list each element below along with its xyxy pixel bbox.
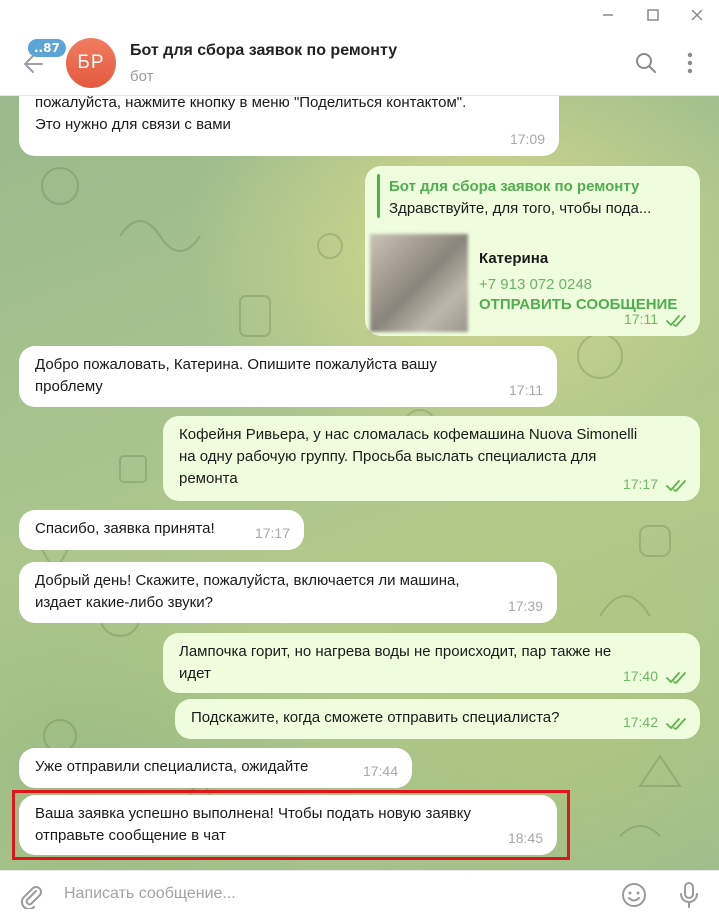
forward-bar: [377, 174, 380, 218]
chat-subtitle: бот: [130, 68, 154, 85]
message-text: Уже отправили специалиста, ожидайте: [35, 758, 309, 775]
forwarded-from[interactable]: Бот для сбора заявок по ремонту: [389, 176, 639, 198]
message-time: 17:39: [507, 598, 543, 614]
message-bubble[interactable]: Уже отправили специалиста, ожидайте 17:4…: [19, 748, 412, 788]
message-time: 17:17: [254, 525, 290, 541]
message-text: Лампочка горит, но нагрева воды не проис…: [179, 643, 612, 660]
message-text: Кофейня Ривьера, у нас сломалась кофемаш…: [179, 426, 638, 443]
message-time: 17:40: [622, 668, 658, 684]
forwarded-contact-message[interactable]: Бот для сбора заявок по ремонту Здравств…: [365, 166, 700, 336]
message-bubble[interactable]: Добрый день! Скажите, пожалуйста, включа…: [19, 562, 557, 623]
message-bubble[interactable]: Лампочка горит, но нагрева воды не проис…: [163, 633, 700, 693]
message-text: издает какие-либо звуки?: [35, 594, 213, 611]
message-text: идет: [179, 665, 211, 682]
message-bubble[interactable]: пожалуйста, нажмите кнопку в меню "Подел…: [19, 96, 559, 156]
unread-count-badge: ..87: [28, 39, 66, 57]
avatar[interactable]: БР: [66, 38, 116, 88]
message-bubble[interactable]: Спасибо, заявка принята! 17:17: [19, 510, 304, 550]
emoji-icon[interactable]: [620, 881, 648, 914]
message-text: ремонта: [179, 470, 238, 487]
message-input[interactable]: Написать сообщение...: [64, 885, 236, 903]
message-time: 17:44: [362, 763, 398, 779]
message-time: 17:09: [509, 131, 545, 147]
message-time: 17:17: [622, 476, 658, 492]
double-check-icon: [666, 315, 686, 327]
attach-icon[interactable]: [18, 883, 44, 914]
message-bubble[interactable]: Подскажите, когда сможете отправить спец…: [175, 699, 700, 739]
message-bubble[interactable]: Кофейня Ривьера, у нас сломалась кофемаш…: [163, 416, 700, 501]
more-vertical-icon[interactable]: [680, 51, 700, 80]
message-text: Спасибо, заявка принята!: [35, 520, 215, 537]
double-check-icon: [666, 718, 686, 730]
minimize-icon[interactable]: [594, 4, 622, 26]
maximize-icon[interactable]: [639, 4, 667, 26]
message-text: Добрый день! Скажите, пожалуйста, включа…: [35, 572, 460, 589]
message-input-bar: Написать сообщение...: [0, 870, 719, 919]
message-text: Добро пожаловать, Катерина. Опишите пожа…: [35, 356, 437, 373]
highlight-box: [12, 790, 570, 860]
close-icon[interactable]: [683, 4, 711, 26]
contact-photo[interactable]: [370, 234, 468, 332]
forwarded-text: Здравствуйте, для того, чтобы пода...: [389, 200, 652, 217]
message-time: 17:11: [509, 382, 543, 398]
message-text: Подскажите, когда сможете отправить спец…: [191, 709, 560, 726]
chat-history[interactable]: пожалуйста, нажмите кнопку в меню "Подел…: [0, 96, 719, 870]
double-check-icon: [666, 672, 686, 684]
chat-title[interactable]: Бот для сбора заявок по ремонту: [130, 42, 397, 60]
message-text: Это нужно для связи с вами: [35, 116, 231, 133]
message-text: проблему: [35, 378, 103, 395]
search-icon[interactable]: [634, 51, 658, 80]
contact-name: Катерина: [479, 250, 549, 267]
message-text: пожалуйста, нажмите кнопку в меню "Подел…: [35, 96, 467, 111]
message-time: 17:42: [622, 714, 658, 730]
message-time: 17:11: [624, 311, 658, 327]
chat-header: ..87 БР Бот для сбора заявок по ремонту …: [0, 30, 719, 96]
window-titlebar: [0, 0, 719, 30]
message-bubble[interactable]: Добро пожаловать, Катерина. Опишите пожа…: [19, 346, 557, 407]
message-text: на одну рабочую группу. Просьба выслать …: [179, 448, 597, 465]
double-check-icon: [666, 480, 686, 492]
contact-phone: +7 913 072 0248: [479, 276, 593, 293]
microphone-icon[interactable]: [678, 881, 700, 914]
